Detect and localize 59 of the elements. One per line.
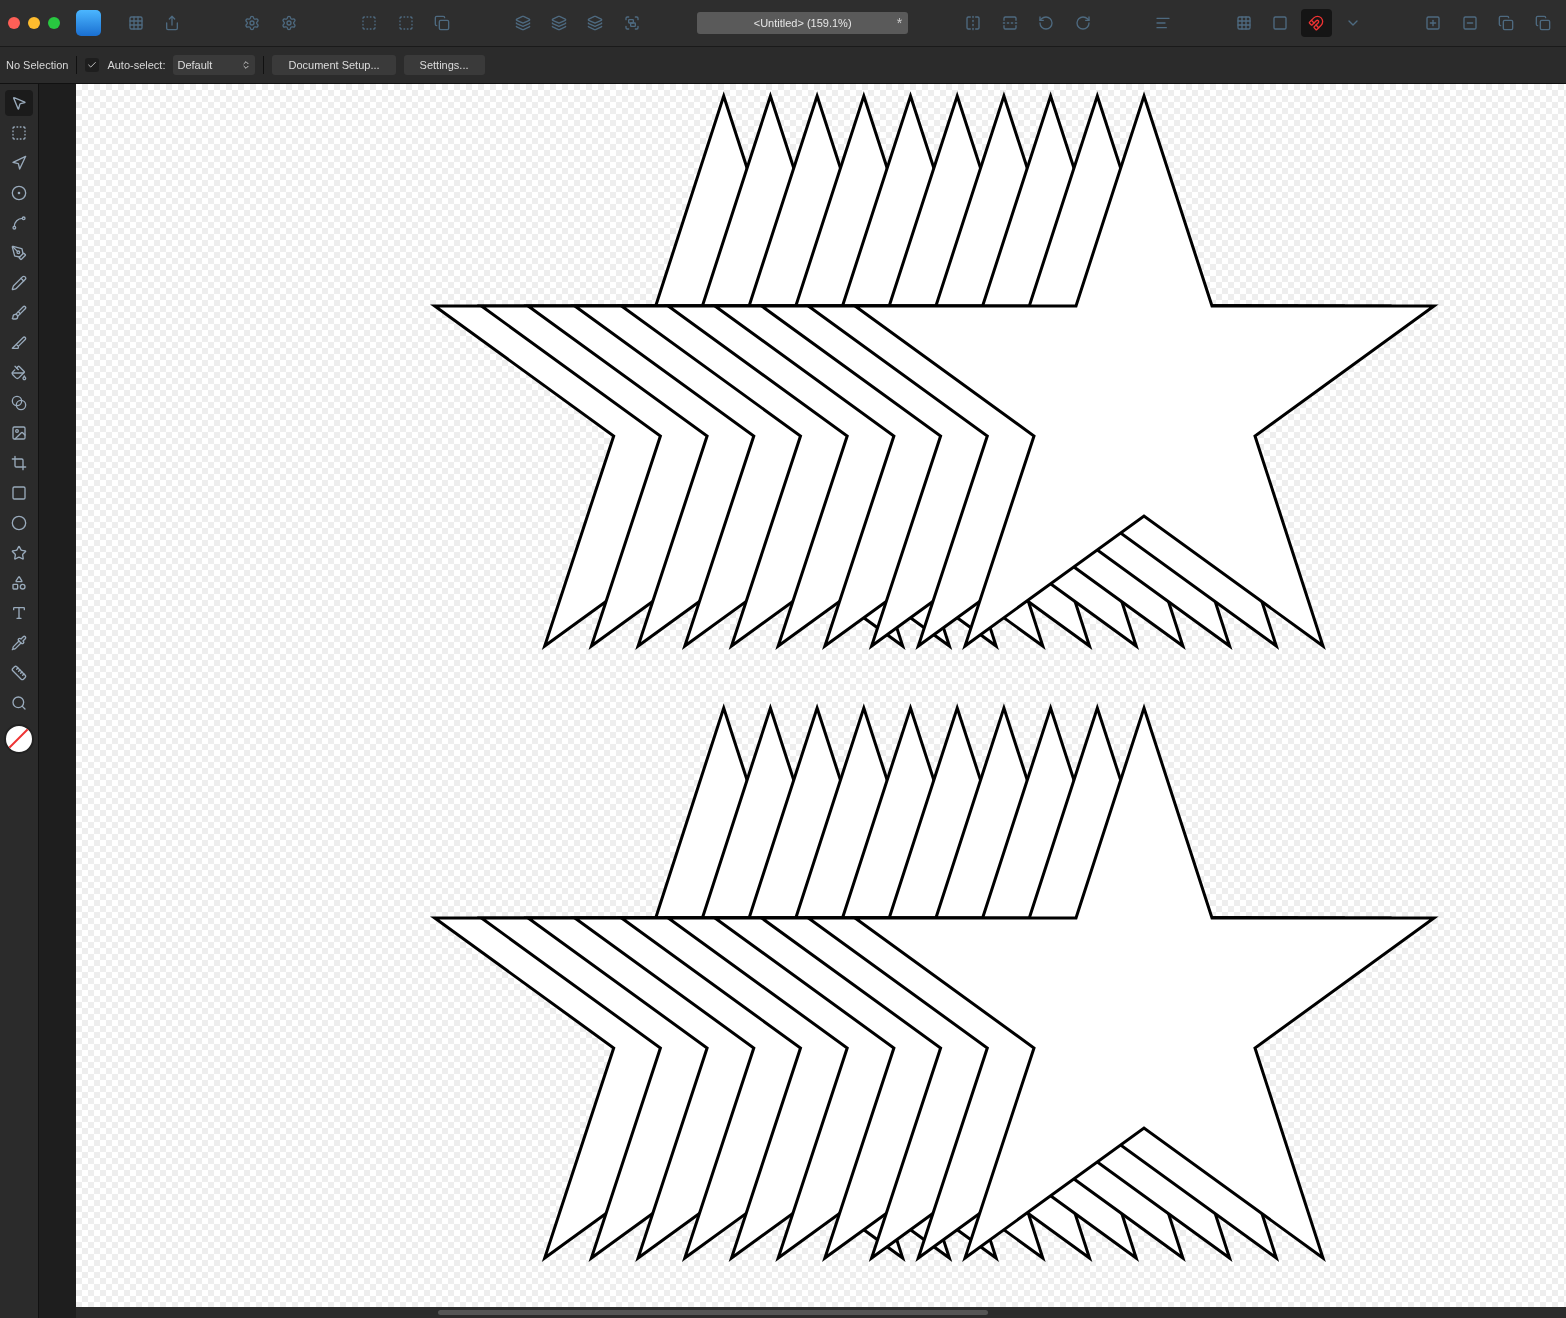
zoom-icon	[11, 695, 27, 711]
layers-icon	[514, 15, 531, 31]
gear-icon	[244, 15, 261, 31]
pen-icon	[11, 245, 27, 261]
export-icon	[163, 15, 180, 31]
artboard-icon	[11, 125, 27, 141]
magnet-icon	[1308, 15, 1325, 31]
copy-icon	[434, 15, 451, 31]
minimize-button[interactable]	[28, 17, 40, 29]
circle-icon	[11, 515, 27, 531]
layer-down-icon	[551, 15, 567, 31]
layer-up-icon	[587, 15, 604, 31]
align-icon	[1155, 15, 1172, 31]
auto-select-checkbox[interactable]	[85, 58, 100, 72]
pencil-icon	[11, 275, 27, 291]
select-box-icon	[397, 15, 414, 31]
check-icon	[87, 60, 98, 70]
arrow-icon	[11, 155, 27, 171]
stepper-icon	[241, 60, 252, 70]
settings-icon	[280, 15, 297, 31]
image-icon	[11, 425, 27, 441]
select-all-icon	[361, 15, 378, 31]
frame-icon	[1272, 15, 1288, 31]
shapes-icon	[11, 575, 27, 591]
ring-icon	[11, 185, 27, 201]
close-button[interactable]	[8, 17, 20, 29]
pointer-icon	[11, 95, 27, 111]
text-icon	[11, 605, 27, 621]
ruler-icon	[11, 665, 27, 681]
rotate-right-icon	[1074, 15, 1091, 31]
zoom-button[interactable]	[48, 17, 60, 29]
rotate-left-icon	[1038, 15, 1055, 31]
square-icon	[11, 485, 27, 501]
brush-icon	[11, 305, 27, 321]
toolbar-button[interactable]: Document Setup...	[272, 55, 396, 75]
knife-icon	[11, 335, 27, 351]
add-icon	[1425, 15, 1442, 31]
grid-icon	[127, 15, 144, 31]
group-icon	[623, 15, 640, 31]
flip-vertical-icon	[1001, 15, 1018, 31]
snapping-button[interactable]	[1301, 9, 1332, 37]
crop-icon	[11, 455, 27, 471]
modified-mark: *	[896, 15, 903, 31]
bucket-icon	[11, 365, 27, 381]
document-title: <Untitled> (159.1%) *	[697, 12, 909, 34]
fill-swatch[interactable]	[4, 724, 34, 754]
flip-horizontal-icon	[965, 15, 982, 31]
scrollbar-thumb[interactable]	[438, 1310, 988, 1315]
toolbar-button[interactable]: Settings...	[403, 55, 485, 75]
mode-dropdown[interactable]: Default	[173, 55, 256, 75]
grid-snap-icon	[1235, 15, 1252, 31]
pipette-icon	[11, 635, 27, 651]
curve-icon	[11, 215, 27, 231]
auto-select-label: Auto-select:	[107, 59, 166, 71]
selection-label: No Selection	[6, 59, 69, 71]
star-icon	[11, 545, 27, 561]
app-logo-icon[interactable]	[76, 10, 101, 36]
subtract-icon	[1461, 15, 1478, 31]
tool-button[interactable]	[5, 90, 33, 116]
